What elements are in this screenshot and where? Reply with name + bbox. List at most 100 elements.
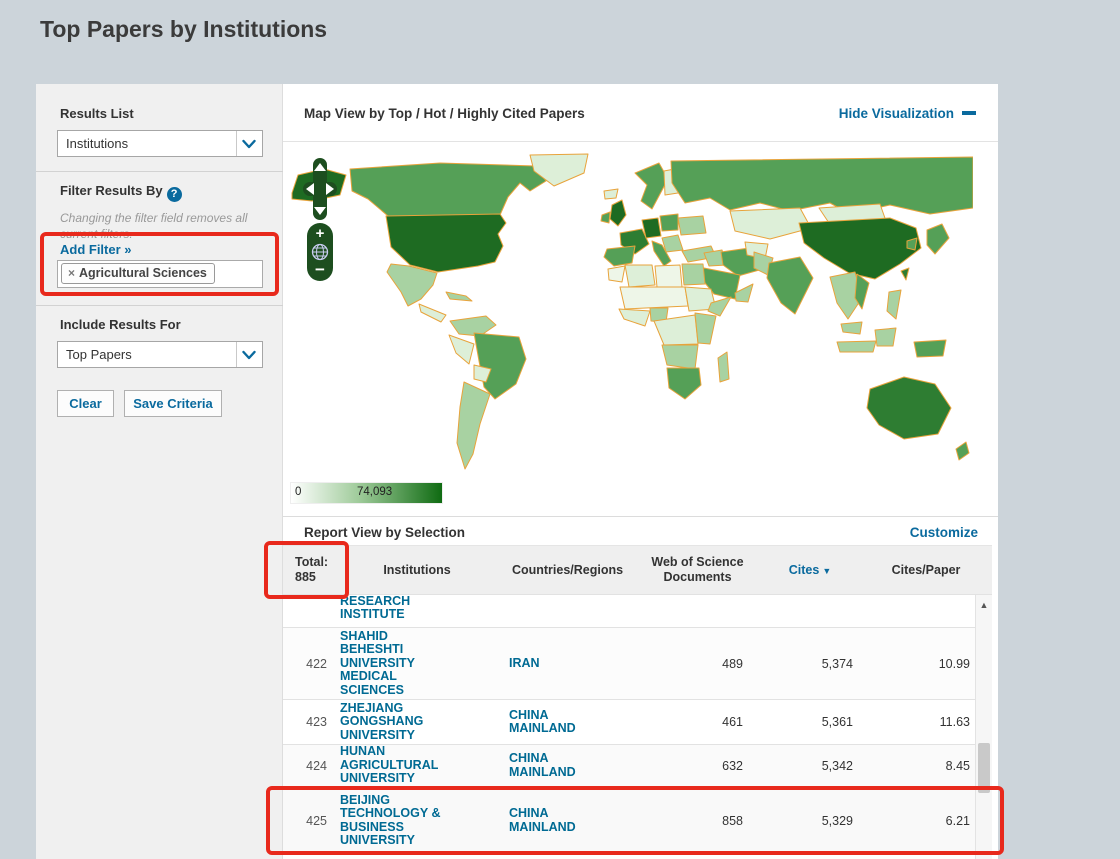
map-country-caribbean xyxy=(446,292,472,301)
page: Top Papers by Institutions Results List … xyxy=(0,0,1120,859)
save-criteria-button[interactable]: Save Criteria xyxy=(124,390,222,417)
documents-value: 632 xyxy=(628,759,743,773)
map-country-peru xyxy=(449,335,474,364)
map-country-east-africa xyxy=(695,313,716,344)
map-country-colombia-venezuela xyxy=(450,316,496,336)
institution-link[interactable]: HUNAN AGRICULTURAL UNIVERSITY xyxy=(340,745,452,786)
institution-link[interactable]: RESEARCH INSTITUTE xyxy=(340,595,452,622)
documents-value: 461 xyxy=(628,715,743,729)
map-header: Map View by Top / Hot / Highly Cited Pap… xyxy=(283,84,998,142)
map-country-new-zealand xyxy=(956,442,969,460)
chevron-down-icon[interactable] xyxy=(236,342,262,367)
include-results-select[interactable]: Top Papers xyxy=(57,341,263,368)
map-country-uk xyxy=(610,200,626,226)
rank: 422 xyxy=(283,657,327,671)
country-label: CHINA MAINLAND xyxy=(509,709,604,736)
filter-chips-container[interactable]: × Agricultural Sciences xyxy=(57,260,263,288)
map-country-new-guinea xyxy=(914,340,946,357)
column-header-institutions[interactable]: Institutions xyxy=(339,563,495,577)
table-row[interactable]: 423 ZHEJIANG GONGSHANG UNIVERSITY CHINA … xyxy=(283,700,992,745)
column-header-countries[interactable]: Countries/Regions xyxy=(495,563,640,577)
map-country-borneo xyxy=(875,328,896,346)
map-country-madagascar xyxy=(718,352,729,382)
table-row[interactable]: 422 SHAHID BEHESHTI UNIVERSITY MEDICAL S… xyxy=(283,628,992,700)
cites-per-paper-value: 8.45 xyxy=(853,759,975,773)
pan-left-icon[interactable] xyxy=(306,183,314,195)
cites-per-paper-value: 10.99 xyxy=(853,657,975,671)
scroll-up-icon[interactable]: ▲ xyxy=(976,597,992,613)
scrollbar-thumb[interactable] xyxy=(978,743,990,793)
pan-up-icon[interactable] xyxy=(314,163,326,171)
include-results-label: Include Results For xyxy=(60,317,181,332)
add-filter-link[interactable]: Add Filter » xyxy=(60,242,132,257)
filter-results-by-label: Filter Results By? xyxy=(60,183,182,202)
map-country-malaysia xyxy=(841,322,862,334)
table-row-partial[interactable]: RESEARCH INSTITUTE xyxy=(283,595,992,628)
page-title: Top Papers by Institutions xyxy=(40,16,327,43)
map-country-taiwan xyxy=(901,268,909,280)
globe-icon[interactable] xyxy=(311,243,329,261)
rank: 425 xyxy=(283,814,327,828)
institution-link[interactable]: ZHEJIANG GONGSHANG UNIVERSITY xyxy=(340,702,452,743)
pan-right-icon[interactable] xyxy=(326,183,334,195)
map-country-philippines xyxy=(887,290,901,319)
chevron-down-icon[interactable] xyxy=(236,131,262,156)
column-header-documents[interactable]: Web of Science Documents xyxy=(640,555,755,585)
column-header-cites-per-paper[interactable]: Cites/Paper xyxy=(865,563,987,577)
column-header-cites-sort[interactable]: Cites▼ xyxy=(755,563,865,577)
map-country-ireland xyxy=(601,212,610,223)
results-list-value: Institutions xyxy=(66,136,128,151)
zoom-out-icon[interactable]: − xyxy=(307,260,333,280)
map-country-brazil xyxy=(474,333,526,399)
rank: 423 xyxy=(283,715,327,729)
remove-filter-icon[interactable]: × xyxy=(68,266,75,280)
map-country-ukraine xyxy=(678,216,706,235)
clear-button[interactable]: Clear xyxy=(57,390,114,417)
choropleth-map xyxy=(290,153,973,478)
map-pan-control[interactable] xyxy=(303,158,337,220)
pan-down-icon[interactable] xyxy=(314,207,326,215)
table-row[interactable]: 424 HUNAN AGRICULTURAL UNIVERSITY CHINA … xyxy=(283,745,992,787)
institution-link[interactable]: SHAHID BEHESHTI UNIVERSITY MEDICAL SCIEN… xyxy=(340,630,452,698)
table-header-row: Total: 885 Institutions Countries/Region… xyxy=(283,545,992,595)
map-country-spain xyxy=(604,246,635,266)
map-country-argentina-chile xyxy=(457,382,490,469)
map-country-libya xyxy=(655,265,682,287)
country-label: CHINA MAINLAND xyxy=(509,752,604,779)
map-zoom-control[interactable]: + − xyxy=(307,223,333,281)
map-country-russia xyxy=(671,157,973,214)
legend-min-value: 0 xyxy=(295,486,301,498)
map-country-iceland xyxy=(604,189,618,199)
filter-chip-label: Agricultural Sciences xyxy=(79,266,207,280)
map-country-norway-sweden xyxy=(635,163,668,209)
world-map[interactable]: + − xyxy=(290,153,973,478)
map-country-south-africa xyxy=(667,368,701,399)
documents-value: 858 xyxy=(628,814,743,828)
table-row-highlighted[interactable]: 425 BEIJING TECHNOLOGY & BUSINESS UNIVER… xyxy=(283,787,992,855)
section-divider xyxy=(283,516,998,517)
map-country-india xyxy=(767,257,813,314)
map-country-poland xyxy=(660,214,678,231)
hide-visualization-link[interactable]: Hide Visualization xyxy=(839,106,976,121)
institution-link[interactable]: BEIJING TECHNOLOGY & BUSINESS UNIVERSITY xyxy=(340,794,452,848)
help-icon[interactable]: ? xyxy=(167,187,182,202)
results-list-select[interactable]: Institutions xyxy=(57,130,263,157)
documents-value: 489 xyxy=(628,657,743,671)
table-scrollbar[interactable]: ▲ xyxy=(975,595,992,859)
cites-value: 5,342 xyxy=(743,759,853,773)
map-legend: 0 74,093 xyxy=(290,482,443,504)
map-country-canada xyxy=(350,163,546,217)
content-panel: Results List Institutions Filter Results… xyxy=(36,84,998,859)
cites-per-paper-value: 11.63 xyxy=(853,715,975,729)
report-view-title: Report View by Selection xyxy=(304,525,465,540)
map-country-japan xyxy=(927,224,949,254)
map-country-australia xyxy=(867,377,951,439)
customize-link[interactable]: Customize xyxy=(910,525,978,540)
zoom-in-icon[interactable]: + xyxy=(307,225,333,242)
filter-chip[interactable]: × Agricultural Sciences xyxy=(61,263,215,284)
sidebar: Results List Institutions Filter Results… xyxy=(36,84,283,859)
cites-value: 5,361 xyxy=(743,715,853,729)
map-country-egypt xyxy=(682,264,705,285)
minus-icon xyxy=(962,111,976,115)
legend-max-value: 74,093 xyxy=(357,486,392,498)
